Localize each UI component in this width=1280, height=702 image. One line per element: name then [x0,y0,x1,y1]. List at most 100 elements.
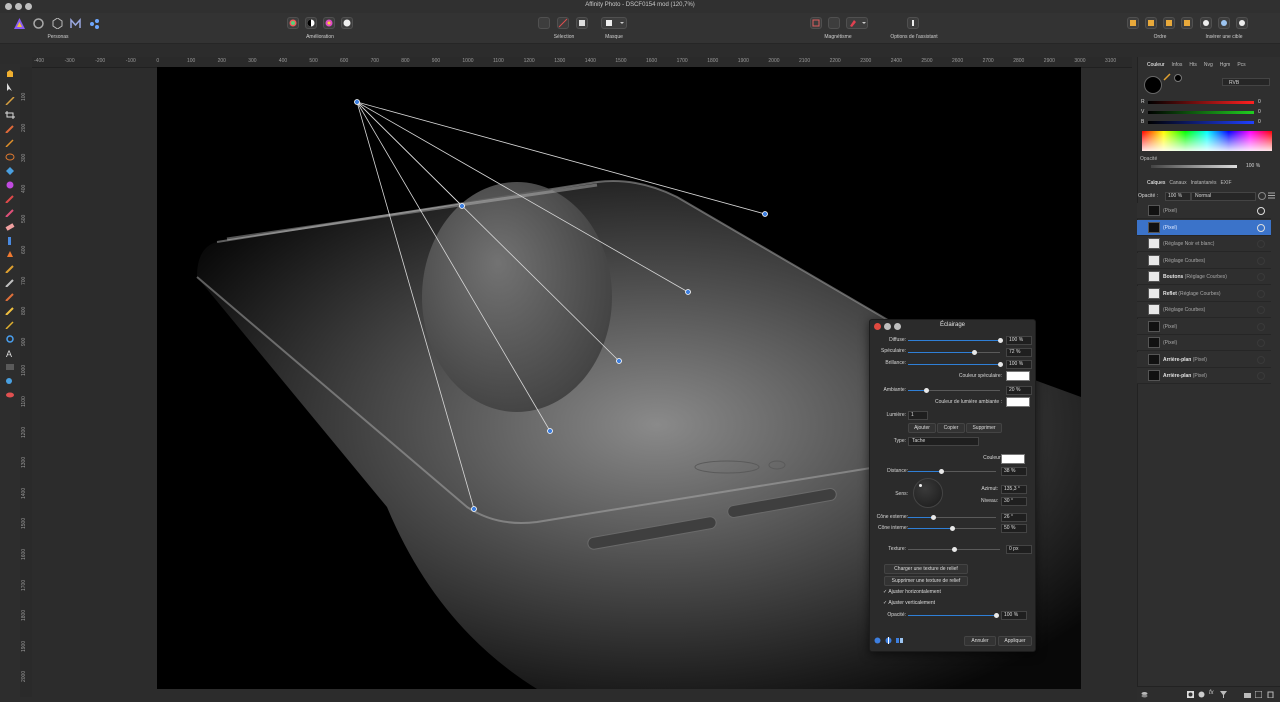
color-spectrum[interactable] [1142,131,1272,151]
insert-inside-button[interactable] [1200,17,1212,29]
couleur-swatch[interactable] [1001,454,1025,464]
invert-selection-button[interactable] [576,17,588,29]
ambiante-slider[interactable] [908,388,1000,393]
tab-exif[interactable]: EXIF [1220,180,1231,186]
speculaire-slider[interactable] [908,350,1000,355]
opacite-value[interactable]: 100 % [1001,611,1027,620]
split-view-icon[interactable] [874,637,881,644]
sens-direction-dial[interactable] [913,478,943,508]
export-persona-icon[interactable] [89,18,100,29]
layer-visibility-toggle[interactable] [1257,355,1265,364]
marquee-tool-icon[interactable] [5,153,15,161]
smudge-tool-icon[interactable] [5,279,15,288]
tab-pcs[interactable]: Pcs [1237,62,1245,68]
ajuster-verticalement-checkbox[interactable]: ✓ Ajuster verticalement [883,600,935,606]
layer-row[interactable]: Reflet (Réglage Courbes) [1137,285,1271,302]
color-picker-tool-icon[interactable] [5,96,15,106]
couleur-ambiante-swatch[interactable] [1006,397,1030,407]
ambiante-value[interactable]: 20 % [1006,386,1032,395]
select-all-button[interactable] [538,17,550,29]
move-forward-one-button[interactable] [1163,17,1175,29]
magnet-toggle-button[interactable] [846,17,868,29]
texture-value[interactable]: 0 px [1006,545,1032,554]
mirror-view-icon[interactable] [885,637,892,644]
burn-tool-icon[interactable] [5,251,15,259]
layer-settings-gear-icon[interactable] [1258,192,1266,200]
auto-levels-button[interactable] [287,17,299,29]
gradient-tool-icon[interactable] [5,181,15,189]
supprimer-button[interactable]: Supprimer [966,423,1002,433]
assistant-button[interactable] [907,17,919,29]
mask-layer-icon[interactable] [1187,691,1194,698]
lumiere-stepper[interactable]: 1 [908,411,928,420]
layer-row[interactable]: (Pixel) [1137,335,1271,351]
delete-layer-icon[interactable] [1267,691,1274,699]
deselect-button[interactable] [557,17,569,29]
cone-interne-slider[interactable] [908,526,996,531]
channel-r-value[interactable]: 0 [1258,99,1261,105]
diffuse-slider[interactable] [908,338,1003,343]
layer-row[interactable]: (Réglage Courbes) [1137,302,1271,318]
layers-menu-icon[interactable] [1268,192,1275,199]
annuler-button[interactable]: Annuler [964,636,996,646]
channel-v-slider[interactable] [1148,111,1254,114]
layer-row[interactable]: (Réglage Noir et blanc) [1137,236,1271,252]
move-to-back-button[interactable] [1127,17,1139,29]
channel-b-value[interactable]: 0 [1258,119,1261,125]
auto-white-balance-button[interactable] [341,17,353,29]
tab-instantanes[interactable]: Instantanés [1191,180,1217,186]
auto-colors-button[interactable] [323,17,335,29]
erase-tool-icon[interactable] [5,223,15,231]
layer-visibility-toggle[interactable] [1257,339,1265,347]
ajouter-button[interactable]: Ajouter [908,423,936,433]
zoom-tool-icon[interactable] [5,377,15,385]
layer-row[interactable]: (Réglage Courbes) [1137,252,1271,269]
move-tool-icon[interactable] [5,83,15,91]
opacite-slider[interactable] [908,613,999,618]
red-eye-tool-icon[interactable] [5,307,15,316]
selection-brush-tool-icon[interactable] [5,125,15,134]
tab-nvg[interactable]: Nvg [1204,62,1213,68]
snapping-options-button[interactable] [828,17,840,29]
develop-persona-icon[interactable] [52,17,63,30]
color-mode-select[interactable]: RVB [1222,78,1270,86]
view-tool-icon[interactable] [5,69,15,77]
tab-hts[interactable]: Hts [1189,62,1197,68]
healing-brush-tool-icon[interactable] [5,293,15,302]
move-back-one-button[interactable] [1145,17,1157,29]
clone-tool-icon[interactable] [5,265,15,274]
color-opacity-slider[interactable] [1151,165,1237,168]
layer-row[interactable]: Arrière-plan (Pixel) [1137,351,1271,368]
move-to-front-button[interactable] [1181,17,1193,29]
text-tool-icon[interactable]: A [5,349,15,359]
color-replacement-tool-icon[interactable] [5,209,15,218]
mask-dropdown-button[interactable] [601,17,627,29]
azimut-value[interactable]: 135,3 ° [1001,485,1027,494]
supprimer-texture-button[interactable]: Supprimer une texture de relief [884,576,968,586]
texture-slider[interactable] [908,547,1000,552]
auto-contrast-button[interactable] [305,17,317,29]
tab-calques[interactable]: Calques [1147,180,1165,186]
preview-toggle-icon[interactable] [896,637,903,644]
diffuse-value[interactable]: 100 % [1006,336,1032,345]
fill-tool-icon[interactable] [5,167,15,175]
pen-tool-icon[interactable] [5,321,15,330]
tab-couleur[interactable]: Couleur [1147,62,1165,68]
tab-infos[interactable]: Infos [1172,62,1183,68]
node-tool-icon[interactable] [5,335,15,343]
blend-mode-select[interactable]: Normal [1191,192,1256,201]
layer-visibility-toggle[interactable] [1257,273,1265,281]
flood-select-tool-icon[interactable] [5,139,15,148]
color-picker-icon[interactable] [1163,73,1171,81]
layer-visibility-toggle[interactable] [1257,289,1265,298]
ajuster-horizontalement-checkbox[interactable]: ✓ Ajuster horizontalement [883,589,941,595]
channel-b-slider[interactable] [1148,121,1254,124]
paint-brush-tool-icon[interactable] [5,195,15,204]
tab-hgm[interactable]: Hgm [1220,62,1231,68]
crop-tool-icon[interactable] [5,111,15,119]
layer-row[interactable]: Boutons (Réglage Courbes) [1137,269,1271,285]
layer-opacity-value[interactable]: 100 % [1165,192,1191,201]
speculaire-value[interactable]: 72 % [1006,348,1032,357]
distance-value[interactable]: 38 % [1001,467,1027,476]
add-layer-folder-icon[interactable] [1244,691,1251,698]
